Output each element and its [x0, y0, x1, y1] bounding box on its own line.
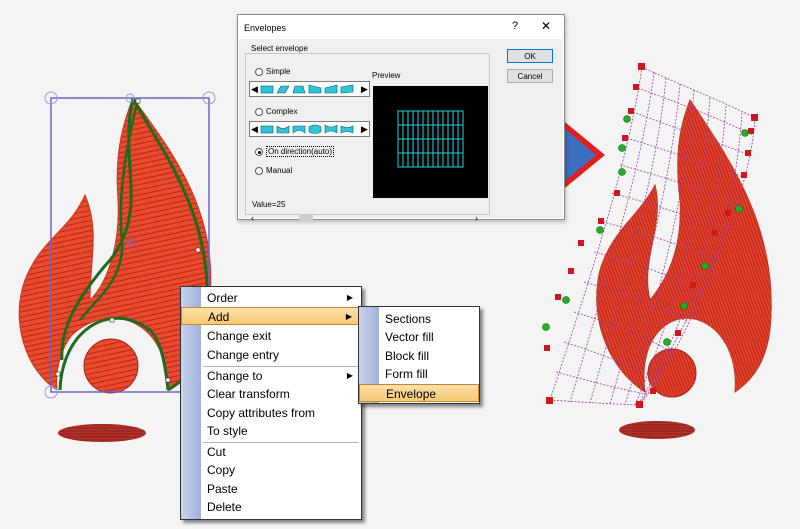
- node-point[interactable]: [55, 371, 61, 377]
- submenu-item-block-fill[interactable]: Block fill: [359, 347, 479, 365]
- radio-dot: [255, 107, 263, 116]
- cancel-button[interactable]: Cancel: [507, 69, 553, 83]
- submenu-arrow-icon: ▶: [346, 293, 353, 302]
- menu-item-change-entry[interactable]: Change entry: [181, 346, 361, 364]
- ok-button[interactable]: OK: [507, 49, 553, 63]
- flame-shadow[interactable]: [619, 421, 695, 439]
- radio-dot: [255, 67, 263, 76]
- on-direction-label: On direction(auto): [266, 146, 335, 157]
- complex-shapes-strip[interactable]: ◀ ▶: [249, 121, 370, 137]
- shape-pinch-icon[interactable]: [323, 123, 339, 135]
- menu-item-copy[interactable]: Copy: [181, 461, 361, 479]
- shape-wave-down-icon[interactable]: [275, 123, 291, 135]
- radio-dot-selected: [255, 147, 263, 156]
- scroll-left-icon[interactable]: ◀: [251, 84, 258, 94]
- add-submenu: Sections Vector fill Block fill Form fil…: [358, 306, 480, 404]
- menu-item-change-to[interactable]: Change to ▶: [181, 367, 361, 385]
- submenu-item-envelope[interactable]: Envelope: [359, 384, 479, 402]
- shape-slant-icon[interactable]: [275, 83, 291, 95]
- node-point[interactable]: [109, 317, 115, 323]
- node-point[interactable]: [135, 98, 141, 104]
- node-point[interactable]: [195, 247, 201, 253]
- group-label: Select envelope: [249, 44, 310, 53]
- flame-shadow[interactable]: [58, 424, 146, 442]
- shape-arch-icon[interactable]: [291, 123, 307, 135]
- menu-item-to-style[interactable]: To style: [181, 422, 361, 440]
- preview-label: Preview: [372, 71, 401, 80]
- help-button[interactable]: ?: [509, 20, 521, 32]
- svg-text:›: ›: [475, 213, 478, 222]
- dialog-body: Select envelope Simple ◀ ▶ Complex ◀ ▶ O…: [239, 39, 563, 222]
- menu-item-clear-transform[interactable]: Clear transform: [181, 385, 361, 403]
- manual-label: Manual: [266, 166, 293, 175]
- svg-text:‹: ‹: [251, 213, 254, 222]
- complex-label: Complex: [266, 107, 298, 116]
- simple-shapes-strip[interactable]: ◀ ▶: [249, 81, 370, 97]
- menu-item-order[interactable]: Order ▶: [181, 289, 361, 307]
- dialog-title: Envelopes: [244, 23, 287, 33]
- value-label: Value=25: [252, 200, 286, 209]
- simple-radio[interactable]: Simple: [255, 67, 290, 76]
- context-menu: Order ▶ Add ▶ Change exit Change entry C…: [180, 286, 362, 520]
- scroll-right-icon[interactable]: ▶: [361, 124, 368, 134]
- envelope-preview: [373, 86, 488, 198]
- close-icon[interactable]: ✕: [539, 19, 553, 33]
- shape-rectangle-icon[interactable]: [259, 83, 275, 95]
- value-scrollbar[interactable]: ‹ ›: [249, 213, 483, 222]
- submenu-item-sections[interactable]: Sections: [359, 310, 479, 328]
- submenu-arrow-icon: ▶: [345, 312, 352, 321]
- simple-label: Simple: [266, 67, 291, 76]
- submenu-arrow-icon: ▶: [346, 371, 353, 380]
- shape-funnel-icon[interactable]: [339, 123, 355, 135]
- submenu-item-form-fill[interactable]: Form fill: [359, 365, 479, 383]
- menu-item-add[interactable]: Add ▶: [181, 307, 361, 325]
- shape-taper-left-icon[interactable]: [323, 83, 339, 95]
- menu-item-paste[interactable]: Paste: [181, 480, 361, 498]
- menu-item-delete[interactable]: Delete: [181, 498, 361, 516]
- scroll-right-icon[interactable]: ▶: [361, 84, 368, 94]
- on-direction-radio[interactable]: On direction(auto): [255, 146, 335, 157]
- node-point[interactable]: [165, 377, 171, 383]
- shape-box-icon[interactable]: [259, 123, 275, 135]
- envelopes-dialog: Envelopes ? ✕ Select envelope Simple ◀ ▶…: [237, 14, 565, 222]
- submenu-item-vector-fill[interactable]: Vector fill: [359, 328, 479, 346]
- complex-radio[interactable]: Complex: [255, 107, 298, 116]
- scroll-left-icon[interactable]: ◀: [251, 124, 258, 134]
- flame-body[interactable]: [596, 98, 772, 394]
- scrollbar-thumb: [299, 214, 313, 221]
- menu-item-copy-attributes-from[interactable]: Copy attributes from: [181, 404, 361, 422]
- shape-tilt-icon[interactable]: [339, 83, 355, 95]
- flame-ball[interactable]: [83, 338, 139, 394]
- menu-item-cut[interactable]: Cut: [181, 443, 361, 461]
- shape-bulge-icon[interactable]: [307, 123, 323, 135]
- right-flame[interactable]: [542, 63, 772, 439]
- menu-item-change-exit[interactable]: Change exit: [181, 327, 361, 345]
- shape-trapezoid-icon[interactable]: [291, 83, 307, 95]
- manual-radio[interactable]: Manual: [255, 166, 292, 175]
- shape-taper-right-icon[interactable]: [307, 83, 323, 95]
- radio-dot: [255, 166, 263, 175]
